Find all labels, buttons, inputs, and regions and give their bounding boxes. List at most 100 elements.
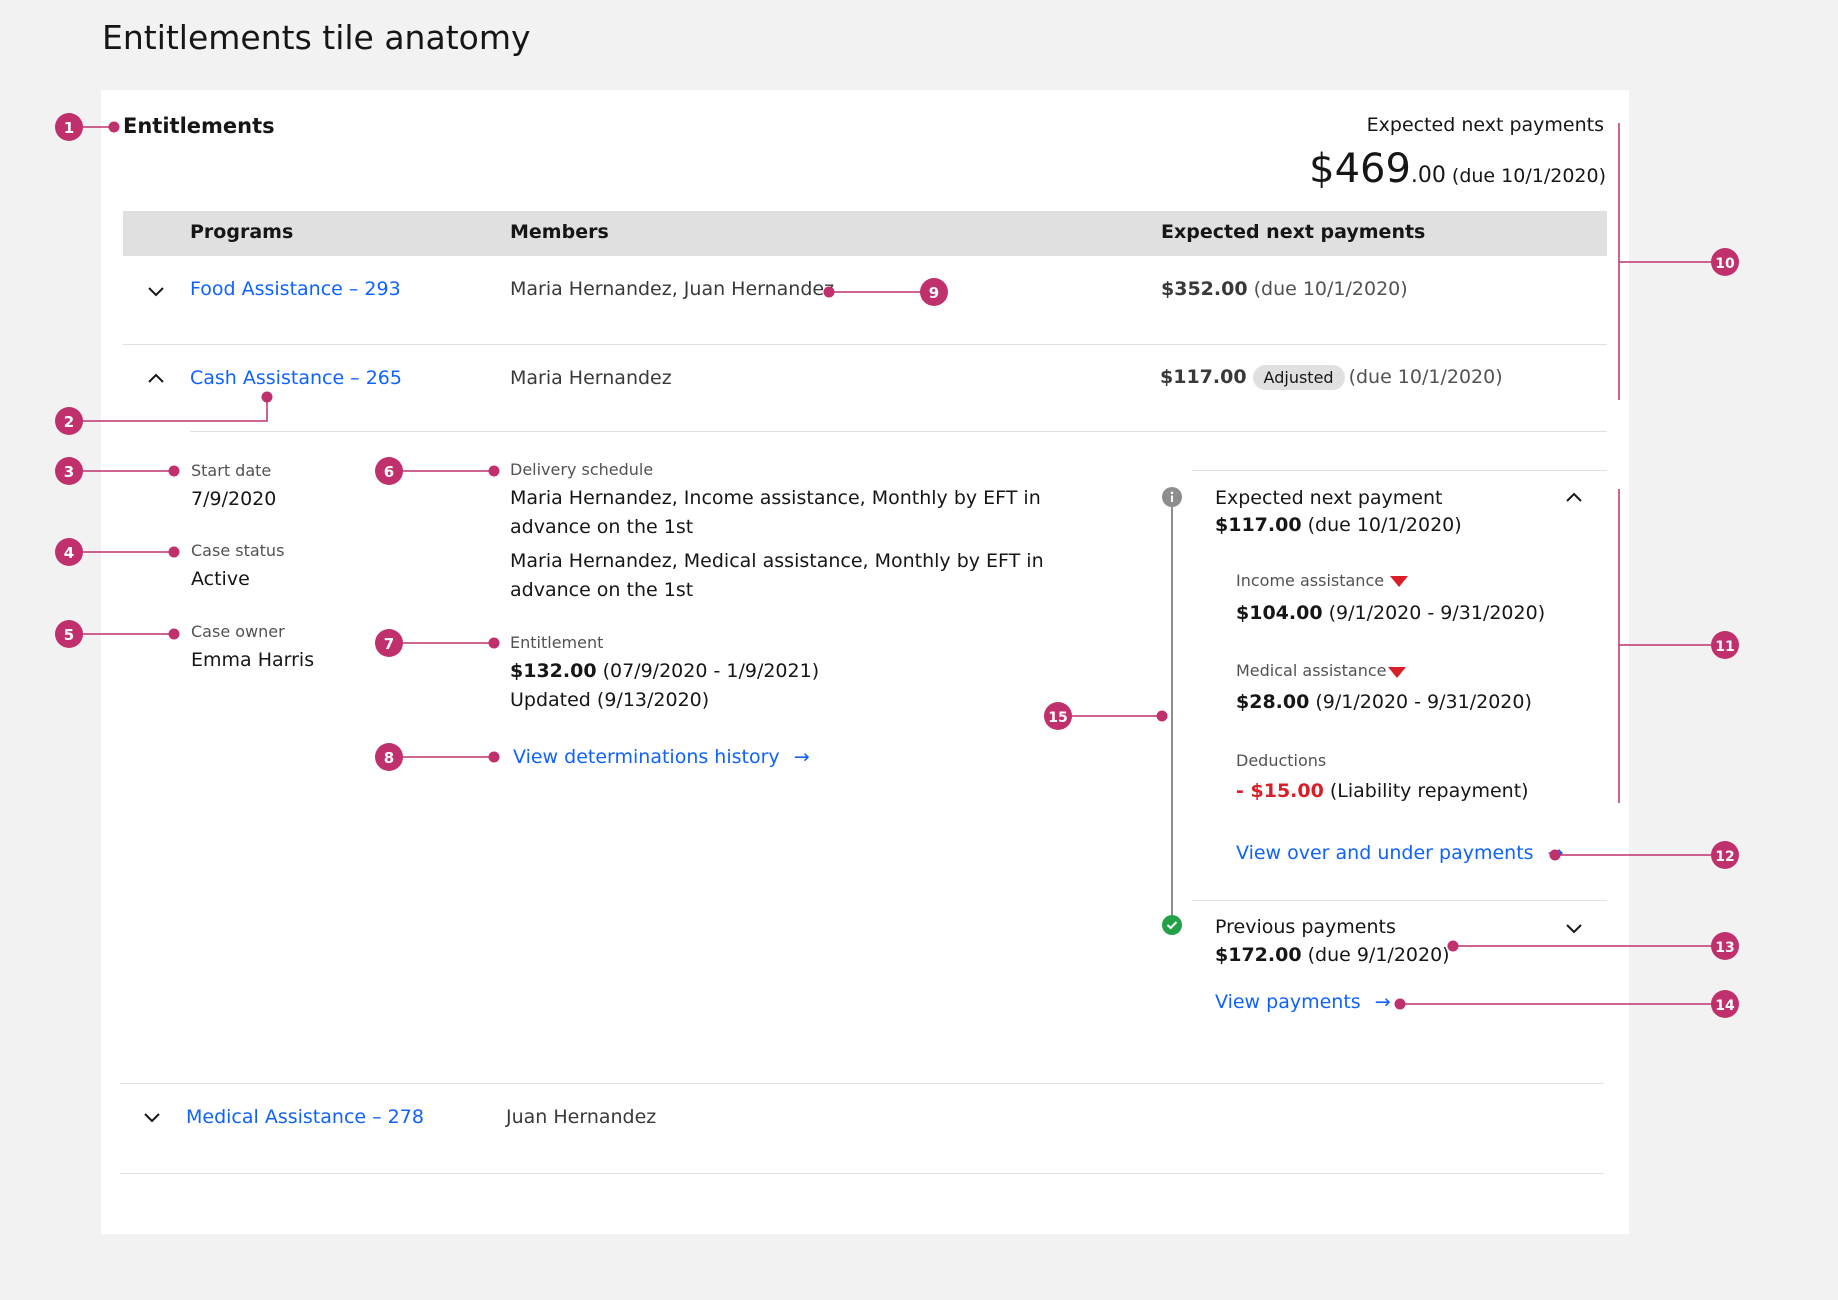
income-amount-value: $104.00 (1236, 602, 1323, 624)
chevron-up-icon[interactable] (1563, 487, 1585, 509)
members-medical-assistance: Juan Hernandez (506, 1106, 657, 1128)
row-divider (123, 344, 1607, 345)
decrease-icon (1388, 667, 1406, 678)
row-divider (120, 1083, 1604, 1084)
annotation-marker-4 (55, 538, 83, 566)
next-due: (due 10/1/2020) (1307, 514, 1462, 536)
chevron-down-icon[interactable] (145, 280, 167, 302)
summary-amount-cents: .00 (1410, 163, 1446, 188)
income-range: (9/1/2020 - 9/31/2020) (1328, 602, 1546, 624)
members-cash-assistance: Maria Hernandez (510, 367, 672, 389)
income-assistance-label: Income assistance (1236, 571, 1385, 590)
delivery-schedule-label: Delivery schedule (510, 460, 654, 479)
column-header-programs: Programs (190, 221, 294, 243)
checkmark-icon (1162, 915, 1182, 935)
over-under-link-label: View over and under payments (1236, 842, 1534, 864)
summary-label: Expected next payments (1366, 114, 1604, 136)
program-link-medical-assistance[interactable]: Medical Assistance – 278 (186, 1106, 424, 1128)
view-payments-link[interactable]: View payments → (1215, 991, 1391, 1013)
chevron-up-icon[interactable] (145, 368, 167, 390)
annotation-number: 11 (1715, 639, 1734, 655)
entitlement-range: (07/9/2020 - 1/9/2021) (602, 660, 820, 682)
program-link-cash-assistance[interactable]: Cash Assistance – 265 (190, 367, 402, 389)
previous-due: (due 9/1/2020) (1307, 944, 1450, 966)
annotation-number: 3 (64, 463, 74, 481)
row-divider (190, 431, 1607, 432)
deductions-note: (Liability repayment) (1329, 780, 1529, 802)
arrow-right-icon: → (1547, 842, 1564, 864)
adjusted-tag: Adjusted (1252, 365, 1345, 390)
next-amount-value: $117.00 (1215, 514, 1302, 536)
payment-due: (due 10/1/2020) (1253, 278, 1408, 300)
previous-payments-amount: $172.00 (due 9/1/2020) (1215, 944, 1450, 966)
tile-title: Entitlements (123, 114, 275, 138)
annotation-number: 1 (64, 119, 74, 137)
members-food-assistance: Maria Hernandez, Juan Hernandez (510, 278, 835, 300)
delivery-schedule-income: Maria Hernandez, Income assistance, Mont… (510, 487, 1041, 538)
summary-due: (due 10/1/2020) (1451, 165, 1606, 187)
deductions-value: - $15.00 (1236, 780, 1324, 802)
expected-next-payment-title: Expected next payment (1215, 487, 1443, 509)
start-date-value: 7/9/2020 (191, 488, 277, 510)
annotation-number: 4 (64, 544, 74, 562)
entitlement-amount: $132.00 (07/9/2020 - 1/9/2021) (510, 660, 819, 682)
summary-amount-main: $469 (1309, 146, 1411, 192)
view-payments-label: View payments (1215, 991, 1361, 1013)
info-icon (1162, 487, 1182, 507)
medical-range: (9/1/2020 - 9/31/2020) (1315, 691, 1532, 713)
chevron-down-icon[interactable] (141, 1106, 163, 1128)
deductions-amount: - $15.00 (Liability repayment) (1236, 780, 1529, 802)
previous-payments-title: Previous payments (1215, 916, 1396, 938)
payment-due: (due 10/1/2020) (1348, 366, 1503, 388)
case-status-label: Case status (191, 541, 285, 560)
case-status-value: Active (191, 568, 250, 590)
entitlement-label: Entitlement (510, 633, 604, 652)
annotation-marker-11 (1711, 631, 1739, 659)
annotation-number: 14 (1715, 998, 1735, 1014)
annotation-marker-3 (55, 457, 83, 485)
payment-amount: $352.00 (1161, 278, 1248, 300)
payment-amount: $117.00 (1160, 366, 1247, 388)
start-date-label: Start date (191, 461, 272, 480)
entitlement-amount-value: $132.00 (510, 660, 597, 682)
payment-food-assistance: $352.00 (due 10/1/2020) (1161, 278, 1408, 300)
entitlement-updated: Updated (9/13/2020) (510, 689, 710, 711)
column-header-members: Members (510, 221, 609, 243)
view-determinations-history-link[interactable]: View determinations history → (513, 746, 810, 768)
decrease-icon (1390, 576, 1408, 587)
medical-amount-value: $28.00 (1236, 691, 1310, 713)
expected-next-payment-amount: $117.00 (due 10/1/2020) (1215, 514, 1462, 536)
case-owner-label: Case owner (191, 622, 285, 641)
annotation-marker-14 (1711, 990, 1739, 1018)
history-link-label: View determinations history (513, 746, 780, 768)
annotation-number: 13 (1715, 940, 1734, 956)
page-title: Entitlements tile anatomy (102, 18, 531, 57)
view-over-under-payments-link[interactable]: View over and under payments → (1236, 842, 1564, 864)
delivery-schedule-medical: Maria Hernandez, Medical assistance, Mon… (510, 550, 1044, 601)
case-owner-value: Emma Harris (191, 649, 315, 671)
panel-divider (1192, 470, 1607, 471)
previous-amount-value: $172.00 (1215, 944, 1302, 966)
entitlements-tile (101, 90, 1629, 1234)
medical-assistance-amount: $28.00 (9/1/2020 - 9/31/2020) (1236, 691, 1532, 713)
annotation-marker-1 (55, 113, 83, 141)
chevron-down-icon[interactable] (1563, 917, 1585, 939)
annotation-number: 2 (64, 413, 74, 431)
annotation-marker-2 (55, 407, 83, 435)
annotation-number: 12 (1715, 849, 1734, 865)
program-link-food-assistance[interactable]: Food Assistance – 293 (190, 278, 401, 300)
medical-assistance-label: Medical assistance (1236, 661, 1387, 680)
arrow-right-icon: → (793, 746, 810, 768)
row-divider (120, 1173, 1604, 1174)
income-assistance-amount: $104.00 (9/1/2020 - 9/31/2020) (1236, 602, 1545, 624)
annotation-marker-5 (55, 620, 83, 648)
column-header-payments: Expected next payments (1161, 221, 1426, 243)
annotation-marker-12 (1711, 841, 1739, 869)
annotation-number: 5 (64, 626, 74, 644)
payment-cash-assistance: $117.00 Adjusted (due 10/1/2020) (1160, 365, 1503, 390)
payment-timeline (1171, 500, 1173, 920)
summary-total: $469.00 (due 10/1/2020) (1309, 146, 1606, 192)
annotation-marker-13 (1711, 932, 1739, 960)
arrow-right-icon: → (1374, 991, 1391, 1013)
annotation-number: 10 (1715, 256, 1735, 272)
